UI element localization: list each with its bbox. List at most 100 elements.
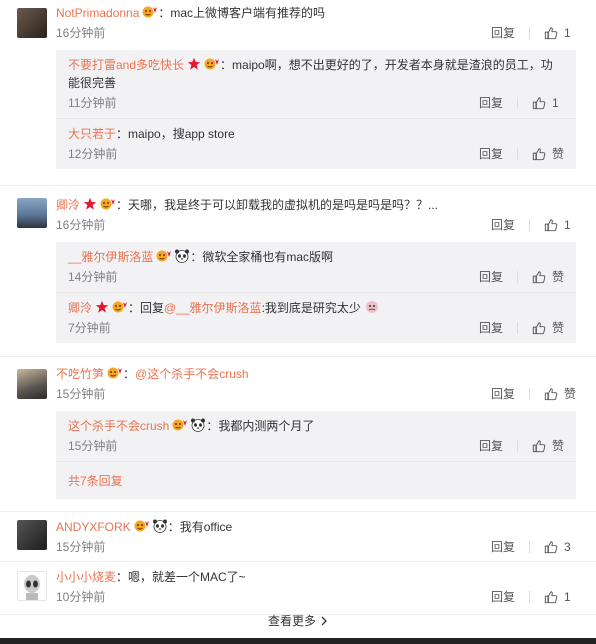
sub-replies: 不要打雷and多吃快长 ：maipo啊，想不出更好的了，开发者本身就是渣浪的员工，… (56, 50, 576, 169)
thumbs-up-icon (544, 590, 558, 604)
sub-replies: 这个杀手不会crush ：我都内测两个月了 15分钟前 回复 赞 共7条回复 (56, 411, 576, 499)
comment-username[interactable]: 小小小烧麦 (56, 570, 116, 584)
like-count: 1 (564, 26, 571, 40)
reply-button[interactable]: 回复 (479, 435, 503, 457)
divider (517, 97, 518, 109)
reply-username[interactable]: __雅尔伊斯洛蓝 (68, 250, 153, 264)
comment-username[interactable]: 卿泠 (56, 198, 80, 212)
comment-text: ：嗯，就差一个MAC了~ (116, 570, 246, 584)
mention-link[interactable]: @__雅尔伊斯洛蓝 (164, 301, 262, 315)
divider (529, 541, 530, 553)
reply-text: :我到底是研究太少 (261, 301, 361, 315)
reply-username[interactable]: 大只若于 (68, 127, 116, 141)
star-icon (83, 197, 97, 211)
avatar[interactable] (17, 198, 47, 228)
vip-badge-icon (204, 57, 220, 71)
sub-replies: __雅尔伊斯洛蓝 ：微软全家桶也有mac版啊 14分钟前 回复 赞 卿泠 ：回复@_… (56, 242, 576, 343)
like-button[interactable]: 3 (544, 536, 576, 558)
comment-text: ：天哪，我是终于可以卸载我的虚拟机的是吗是吗是吗？？... (116, 198, 439, 212)
crying-emoji-icon (365, 301, 378, 313)
panda-icon (174, 249, 190, 263)
divider (516, 440, 518, 452)
divider (528, 388, 530, 400)
panda-icon (152, 519, 168, 533)
mention-link[interactable]: @这个杀手不会crush (135, 367, 249, 381)
star-icon (95, 300, 109, 314)
avatar[interactable] (17, 8, 47, 38)
view-more-button[interactable]: 查看更多 (0, 604, 596, 638)
sub-reply: 不要打雷and多吃快长 ：maipo啊，想不出更好的了，开发者本身就是渣浪的员工，… (56, 50, 576, 119)
alien-icon (24, 575, 40, 600)
reply-button[interactable]: 回复 (491, 383, 515, 405)
reply-text: ：我都内测两个月了 (206, 419, 315, 433)
comment-username[interactable]: NotPrimadonna (56, 6, 139, 20)
star-icon (187, 57, 201, 71)
reply-text: ：maipo，搜app store (116, 127, 235, 141)
avatar[interactable] (17, 520, 47, 550)
thumbs-up-icon (544, 387, 558, 401)
like-count: 赞 (563, 387, 576, 401)
like-count: 3 (564, 540, 571, 554)
timestamp: 14分钟前 (68, 270, 118, 284)
divider (516, 148, 518, 160)
like-button[interactable]: 1 (544, 214, 576, 236)
reply-button[interactable]: 回复 (479, 266, 503, 288)
sub-reply: __雅尔伊斯洛蓝 ：微软全家桶也有mac版啊 14分钟前 回复 赞 (56, 242, 576, 293)
comment-text: ：mac上微博客户端有推荐的吗 (158, 6, 326, 20)
vip-badge-icon (100, 197, 116, 211)
comment-username[interactable]: 不吃竹笋 (56, 367, 104, 381)
timestamp: 15分钟前 (56, 540, 106, 554)
divider (529, 27, 530, 39)
timestamp: 16分钟前 (56, 26, 106, 40)
reply-button[interactable]: 回复 (479, 92, 503, 114)
like-button[interactable]: 赞 (532, 317, 564, 339)
like-button[interactable]: 1 (544, 22, 576, 44)
divider (529, 591, 530, 603)
more-replies-link[interactable]: 共7条回复 (56, 462, 576, 499)
comment-item: 不吃竹笋 ：@这个杀手不会crush 15分钟前 回复 赞 这个杀手不会crush… (0, 357, 596, 512)
reply-button[interactable]: 回复 (491, 22, 515, 44)
comment-username[interactable]: ANDYXFORK (56, 520, 131, 534)
reply-button[interactable]: 回复 (479, 143, 503, 165)
comment-item: NotPrimadonna ：mac上微博客户端有推荐的吗 16分钟前 回复 1 … (0, 0, 596, 186)
comment-item: 卿泠 ：天哪，我是终于可以卸载我的虚拟机的是吗是吗是吗？？... 16分钟前 回复… (0, 186, 596, 357)
timestamp: 15分钟前 (56, 387, 106, 401)
thumbs-up-icon (532, 96, 546, 110)
timestamp: 11分钟前 (68, 96, 117, 110)
reply-username[interactable]: 卿泠 (68, 301, 92, 315)
reply-username[interactable]: 不要打雷and多吃快长 (68, 58, 184, 72)
thumbs-up-icon (532, 270, 546, 284)
thumbs-up-icon (532, 321, 546, 335)
avatar[interactable] (17, 369, 47, 399)
like-count: 赞 (551, 321, 564, 335)
reply-button[interactable]: 回复 (491, 214, 515, 236)
like-button[interactable]: 1 (532, 92, 564, 114)
sub-reply: 这个杀手不会crush ：我都内测两个月了 15分钟前 回复 赞 (56, 411, 576, 462)
like-button[interactable]: 赞 (532, 435, 564, 457)
reply-username[interactable]: 这个杀手不会crush (68, 419, 169, 433)
reply-button[interactable]: 回复 (491, 536, 515, 558)
timestamp: 12分钟前 (68, 147, 118, 161)
avatar[interactable] (17, 571, 47, 601)
divider (516, 271, 518, 283)
thumbs-up-icon (544, 218, 558, 232)
comment-text-prefix: ： (123, 367, 136, 381)
like-button[interactable]: 赞 (532, 266, 564, 288)
like-count: 赞 (551, 147, 564, 161)
timestamp: 7分钟前 (68, 321, 111, 335)
comment-text: ：我有office (167, 520, 233, 534)
vip-badge-icon (142, 5, 158, 19)
thumbs-up-icon (544, 540, 558, 554)
like-button[interactable]: 赞 (532, 143, 564, 165)
vip-badge-icon (156, 249, 172, 263)
vip-badge-icon (134, 519, 150, 533)
panda-icon (190, 418, 206, 432)
reply-text-prefix: ：回复 (128, 301, 165, 315)
reply-button[interactable]: 回复 (479, 317, 503, 339)
like-count: 1 (564, 218, 571, 232)
divider (529, 219, 530, 231)
like-button[interactable]: 赞 (544, 383, 576, 405)
view-more-label: 查看更多 (267, 614, 316, 628)
sub-reply: 卿泠 ：回复@__雅尔伊斯洛蓝:我到底是研究太少 7分钟前 回复 赞 (56, 293, 576, 343)
chevron-right-icon (321, 616, 327, 626)
